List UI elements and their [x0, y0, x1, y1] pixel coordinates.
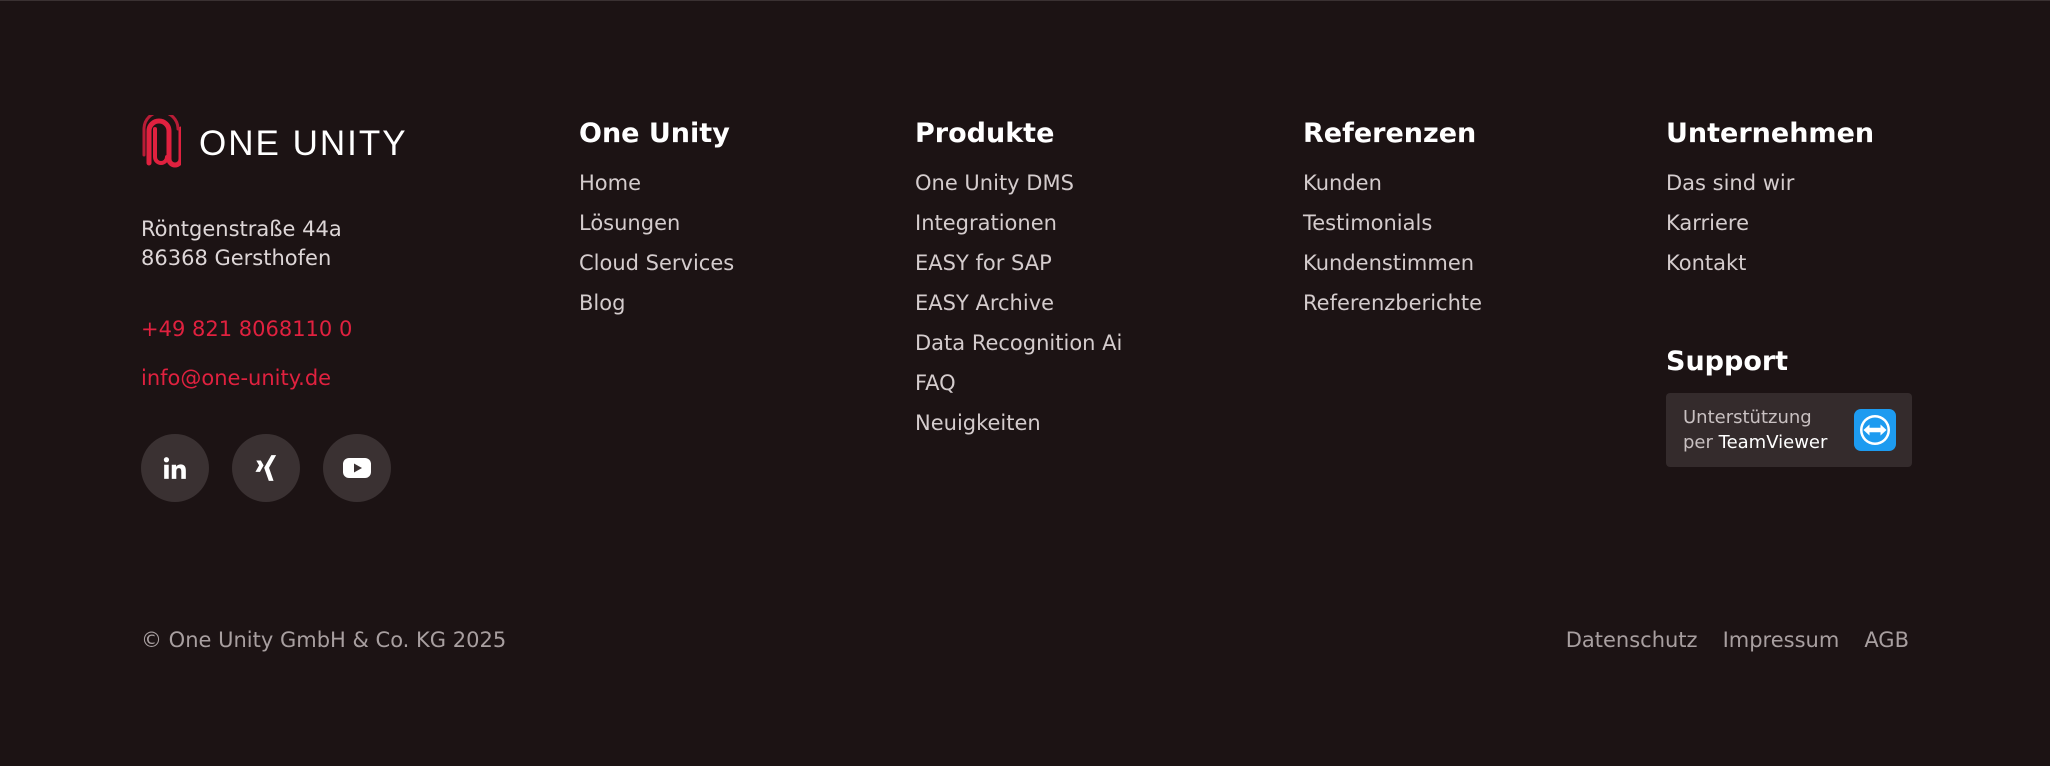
support-title: Support [1666, 346, 1789, 377]
footer-link-blog[interactable]: Blog [579, 283, 734, 323]
address: Röntgenstraße 44a 86368 Gersthofen [141, 215, 408, 273]
linkedin-icon [163, 457, 186, 479]
footer-column-one-unity: One Unity Home Lösungen Cloud Services B… [579, 118, 734, 323]
linkedin-button[interactable] [141, 434, 209, 502]
one-unity-logo-icon [142, 115, 181, 168]
phone-link[interactable]: +49 821 8068110 0 [141, 317, 408, 341]
footer-link-das-sind-wir[interactable]: Das sind wir [1666, 163, 1874, 203]
address-street: Röntgenstraße 44a [141, 217, 342, 241]
footer-link-impressum[interactable]: Impressum [1723, 628, 1840, 652]
teamviewer-support-label: Unterstützung per TeamViewer [1683, 405, 1827, 455]
social-links [141, 434, 408, 502]
footer-link-data-recognition-ai[interactable]: Data Recognition Ai [915, 323, 1122, 363]
xing-icon [255, 455, 277, 481]
footer-column-produkte: Produkte One Unity DMS Integrationen EAS… [915, 118, 1122, 443]
footer-link-kunden[interactable]: Kunden [1303, 163, 1482, 203]
support-section: Support Unterstützung per TeamViewer [1666, 346, 1912, 467]
column-title: Unternehmen [1666, 118, 1875, 149]
youtube-button[interactable] [323, 434, 391, 502]
footer-link-one-unity-dms[interactable]: One Unity DMS [915, 163, 1122, 203]
logo-wordmark: ONE UNITY [199, 123, 408, 163]
footer-column-unternehmen: Unternehmen Das sind wir Karriere Kontak… [1666, 118, 1874, 283]
teamviewer-line2: per TeamViewer [1683, 430, 1827, 455]
legal-links: Datenschutz Impressum AGB [1566, 628, 1909, 652]
logo[interactable]: ONE UNITY [141, 115, 408, 171]
footer-link-kontakt[interactable]: Kontakt [1666, 243, 1874, 283]
footer-link-easy-for-sap[interactable]: EASY for SAP [915, 243, 1122, 283]
teamviewer-line1: Unterstützung [1683, 407, 1812, 428]
footer-link-referenzberichte[interactable]: Referenzberichte [1303, 283, 1482, 323]
footer-link-testimonials[interactable]: Testimonials [1303, 203, 1482, 243]
footer-link-easy-archive[interactable]: EASY Archive [915, 283, 1122, 323]
footer-link-kundenstimmen[interactable]: Kundenstimmen [1303, 243, 1482, 283]
brand-block: ONE UNITY Röntgenstraße 44a 86368 Gersth… [141, 115, 408, 502]
footer-link-loesungen[interactable]: Lösungen [579, 203, 734, 243]
footer-link-home[interactable]: Home [579, 163, 734, 203]
top-divider [0, 0, 2050, 1]
teamviewer-support-button[interactable]: Unterstützung per TeamViewer [1666, 393, 1912, 467]
teamviewer-icon [1854, 409, 1896, 451]
teamviewer-brand: TeamViewer [1718, 432, 1828, 453]
column-title: Produkte [915, 118, 1055, 149]
column-title: One Unity [579, 118, 730, 149]
footer-link-cloud-services[interactable]: Cloud Services [579, 243, 734, 283]
footer-link-karriere[interactable]: Karriere [1666, 203, 1874, 243]
footer-column-referenzen: Referenzen Kunden Testimonials Kundensti… [1303, 118, 1482, 323]
footer-link-datenschutz[interactable]: Datenschutz [1566, 628, 1698, 652]
footer-link-faq[interactable]: FAQ [915, 363, 1122, 403]
xing-button[interactable] [232, 434, 300, 502]
teamviewer-prefix: per [1683, 432, 1713, 453]
column-title: Referenzen [1303, 118, 1477, 149]
address-city: 86368 Gersthofen [141, 246, 332, 270]
footer-link-neuigkeiten[interactable]: Neuigkeiten [915, 403, 1122, 443]
youtube-icon [343, 458, 371, 478]
copyright-text: © One Unity GmbH & Co. KG 2025 [141, 628, 507, 652]
footer-link-integrationen[interactable]: Integrationen [915, 203, 1122, 243]
footer-link-agb[interactable]: AGB [1864, 628, 1909, 652]
email-link[interactable]: info@one-unity.de [141, 366, 408, 390]
